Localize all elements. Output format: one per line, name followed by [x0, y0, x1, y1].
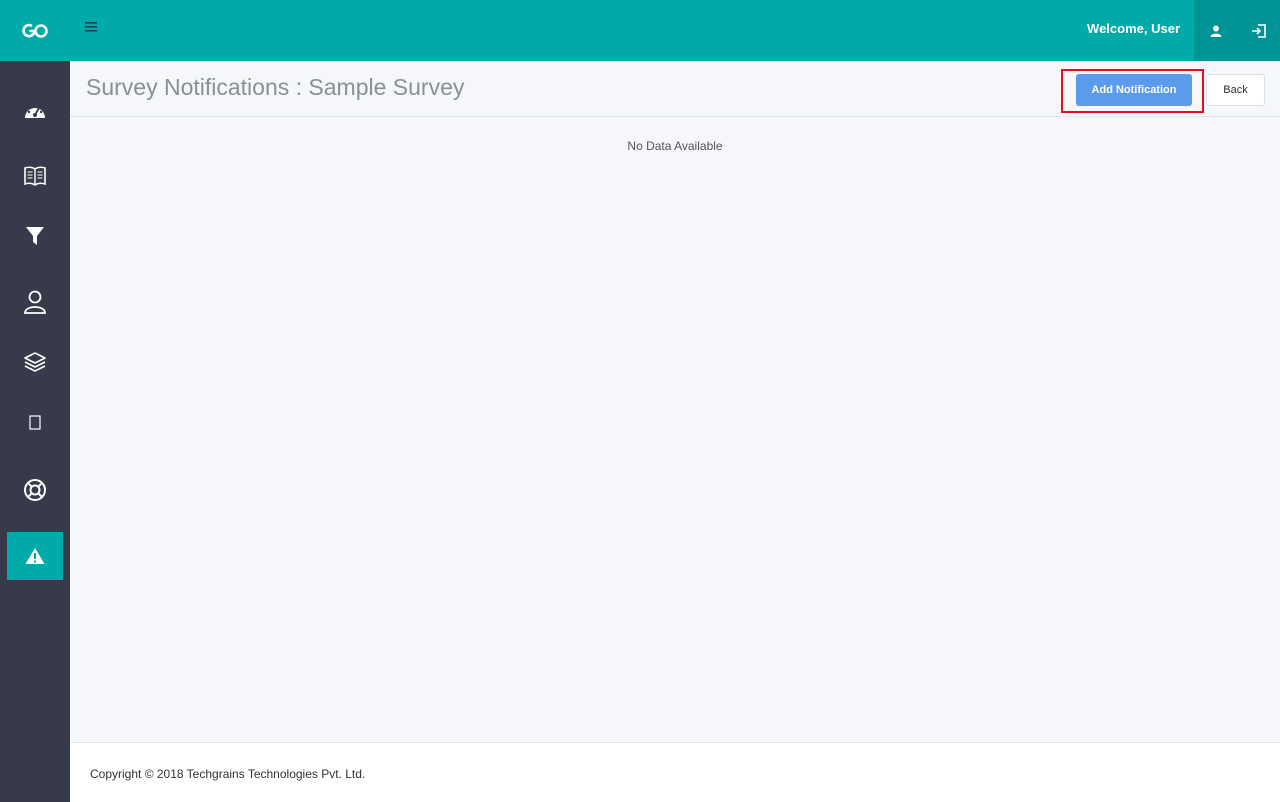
- back-button[interactable]: Back: [1206, 74, 1265, 106]
- hamburger-icon: [85, 22, 97, 32]
- sidebar-item-support[interactable]: [7, 466, 63, 514]
- top-actions: [1194, 0, 1280, 61]
- warning-icon: [25, 548, 45, 564]
- add-notification-button[interactable]: Add Notification: [1076, 74, 1192, 106]
- welcome-text: Welcome, User: [1087, 21, 1180, 36]
- sidebar-item-layers[interactable]: [7, 338, 63, 386]
- top-navbar: Welcome, User: [0, 0, 1280, 61]
- sidebar-item-dashboard[interactable]: [7, 87, 63, 135]
- menu-toggle-button[interactable]: [78, 14, 104, 40]
- sidebar-item-devices[interactable]: [7, 399, 63, 447]
- sidebar-item-filter[interactable]: [7, 212, 63, 260]
- user-outline-icon: [24, 290, 46, 314]
- empty-state-message: No Data Available: [627, 139, 723, 153]
- copyright-text: Copyright © 2018 Techgrains Technologies…: [90, 767, 366, 781]
- logout-button[interactable]: [1237, 0, 1280, 61]
- book-icon: [24, 166, 46, 186]
- sidebar: [0, 61, 70, 802]
- mobile-icon: [29, 415, 41, 430]
- profile-button[interactable]: [1194, 0, 1237, 61]
- logout-icon: [1251, 23, 1266, 38]
- page-title: Survey Notifications : Sample Survey: [86, 74, 465, 100]
- page-header: Survey Notifications : Sample Survey Add…: [70, 61, 1280, 117]
- sidebar-item-notifications[interactable]: [7, 532, 63, 580]
- filter-icon: [26, 227, 44, 245]
- footer: Copyright © 2018 Techgrains Technologies…: [70, 742, 1280, 802]
- dashboard-icon: [25, 104, 45, 118]
- sidebar-item-users[interactable]: [7, 278, 63, 326]
- user-icon: [1210, 25, 1221, 37]
- sidebar-item-surveys[interactable]: [7, 152, 63, 200]
- logo-icon: [22, 23, 48, 38]
- layers-icon: [24, 352, 46, 372]
- app-logo[interactable]: [0, 0, 70, 61]
- lifebuoy-icon: [24, 479, 46, 501]
